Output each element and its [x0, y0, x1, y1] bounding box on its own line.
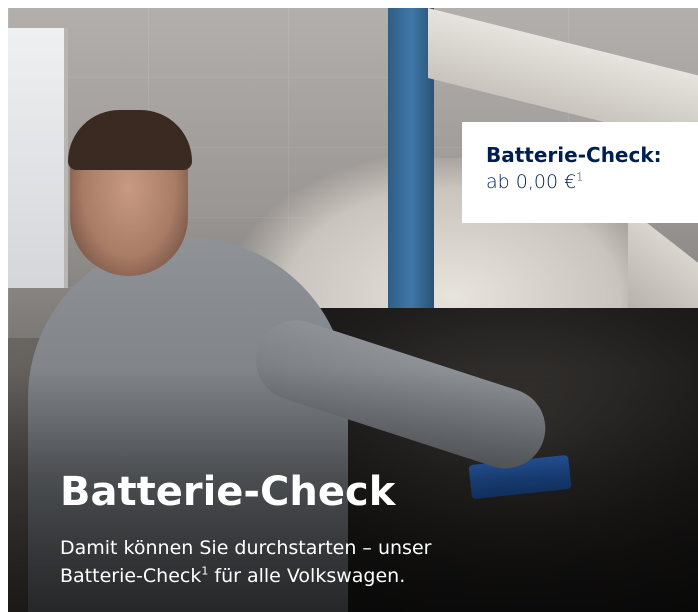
promo-headline: Batterie-Check [60, 469, 396, 515]
hero-photo [8, 8, 698, 612]
price-title: Batterie-Check: [486, 143, 662, 167]
price-value: ab 0,00 €1 [486, 170, 584, 193]
price-badge: Batterie-Check: ab 0,00 €1 [462, 122, 698, 223]
garage-window [8, 28, 68, 288]
footnote-marker: 1 [576, 170, 584, 184]
promo-subtext: Damit können Sie durchstarten – unser Ba… [60, 537, 432, 587]
promo-banner[interactable]: Batterie-Check: ab 0,00 €1 Batterie-Chec… [8, 8, 698, 612]
